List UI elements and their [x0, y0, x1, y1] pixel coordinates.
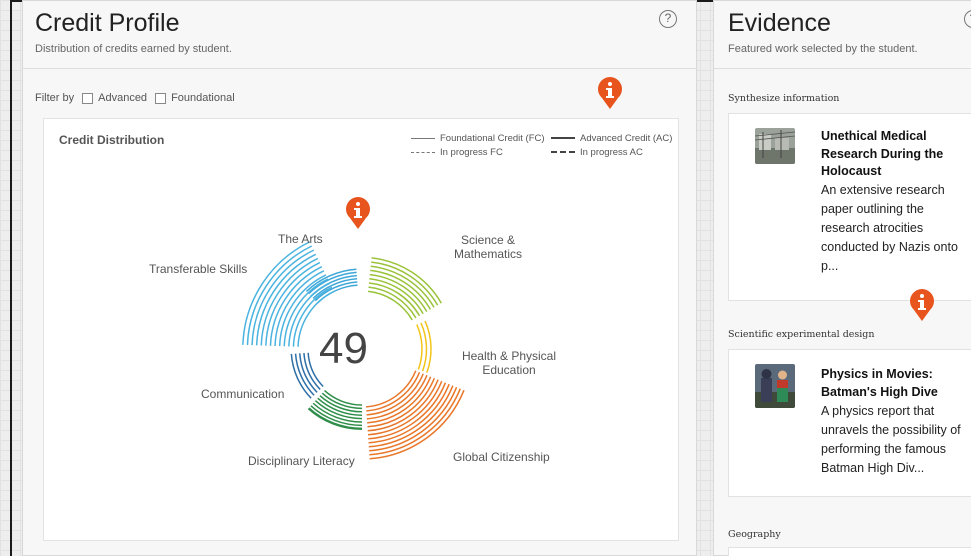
batman-photo-icon — [755, 364, 795, 408]
title-line: Holocaust — [821, 164, 882, 178]
desc-line: p... — [821, 259, 839, 273]
arc-health — [416, 324, 423, 370]
evidence-item-title[interactable]: Physics in Movies: Batman's High Dive — [821, 366, 938, 401]
section-heading: Geography — [728, 529, 781, 540]
arc-transferable — [246, 245, 313, 346]
desc-line: A physics report that — [821, 404, 935, 418]
frame-left-line — [10, 0, 12, 556]
credit-profile-subtitle: Distribution of credits earned by studen… — [35, 43, 232, 55]
help-icon[interactable]: ? — [659, 10, 677, 28]
desc-line: paper outlining the — [821, 202, 924, 216]
category-label-disciplinary: Disciplinary Literacy — [248, 454, 355, 468]
section-heading: Scientific experimental design — [728, 329, 875, 340]
info-pin-icon[interactable] — [909, 288, 935, 322]
evidence-card[interactable] — [728, 547, 971, 556]
foundational-checkbox[interactable] — [155, 92, 167, 104]
category-label-transferable: Transferable Skills — [149, 262, 248, 276]
credit-profile-header: Credit Profile Distribution of credits e… — [23, 1, 696, 69]
credit-profile-panel: Credit Profile Distribution of credits e… — [22, 0, 697, 556]
category-label-science: Science & Mathematics — [453, 233, 523, 261]
section-heading: Synthesize information — [728, 93, 840, 104]
category-label-communication: Communication — [201, 387, 285, 401]
category-label-global: Global Citizenship — [453, 450, 550, 464]
category-label-health: Health & Physical Education — [461, 349, 557, 377]
foundational-checkbox-label[interactable]: Foundational — [171, 92, 235, 104]
filter-label: Filter by — [35, 92, 75, 104]
arc-transferable — [242, 241, 311, 345]
help-icon[interactable]: ? — [964, 10, 971, 28]
evidence-subtitle: Featured work selected by the student. — [728, 43, 918, 55]
evidence-item-description: A physics report that unravels the possi… — [821, 402, 961, 478]
desc-line: An extensive research — [821, 183, 945, 197]
title-line: Physics in Movies: — [821, 367, 933, 381]
credit-profile-title: Credit Profile — [35, 9, 180, 37]
filter-row: Filter by Advanced Foundational — [35, 92, 235, 104]
advanced-checkbox[interactable] — [82, 92, 94, 104]
arc-global — [368, 383, 450, 444]
info-pin-icon[interactable] — [597, 76, 623, 110]
evidence-header: Evidence Featured work selected by the s… — [714, 1, 971, 69]
evidence-title: Evidence — [728, 9, 831, 37]
camp-photo-icon — [755, 128, 795, 164]
desc-line: unravels the possibility of — [821, 423, 961, 437]
info-pin-icon[interactable] — [345, 196, 371, 230]
title-line: Research During the — [821, 146, 944, 161]
desc-line: research atrocities — [821, 221, 924, 235]
desc-line: Batman High Div... — [821, 461, 925, 475]
evidence-card[interactable]: Physics in Movies: Batman's High Dive A … — [728, 349, 971, 497]
evidence-panel: Evidence Featured work selected by the s… — [713, 0, 971, 556]
credit-distribution-card: Credit Distribution Foundational Credit … — [43, 118, 679, 541]
advanced-checkbox-label[interactable]: Advanced — [98, 92, 147, 104]
desc-line: performing the famous — [821, 442, 947, 456]
evidence-item-title[interactable]: Unethical Medical Research During the Ho… — [821, 128, 943, 181]
title-line: Unethical Medical — [821, 129, 927, 143]
title-line: Batman's High Dive — [821, 384, 938, 399]
evidence-card[interactable]: Unethical Medical Research During the Ho… — [728, 113, 971, 301]
evidence-item-description: An extensive research paper outlining th… — [821, 181, 958, 276]
total-credits: 49 — [319, 324, 368, 373]
desc-line: conducted by Nazis onto — [821, 240, 958, 254]
arc-transferable — [251, 249, 315, 346]
category-label-arts: The Arts — [278, 232, 323, 246]
